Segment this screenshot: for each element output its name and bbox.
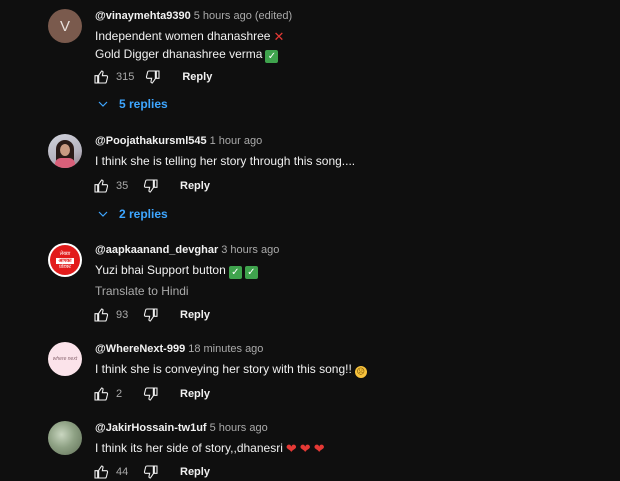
like-icon[interactable]	[92, 306, 110, 324]
heart-emoji: ❤	[285, 441, 297, 456]
check-mark-emoji: ✓	[265, 50, 279, 63]
avatar[interactable]: where next	[48, 342, 82, 376]
like-count: 93	[116, 309, 129, 321]
comment-text-line: I think she is telling her story through…	[95, 154, 356, 168]
chevron-down-icon	[98, 211, 108, 217]
avatar[interactable]	[48, 421, 82, 455]
comment-time[interactable]: 18 minutes ago	[188, 343, 263, 355]
like-count: 315	[116, 71, 135, 83]
dislike-icon[interactable]	[144, 68, 162, 86]
comment-author[interactable]: @aapkaanand_devghar	[95, 244, 218, 256]
comment-actions: 2 Reply	[92, 384, 210, 404]
comment-actions: 44 Reply	[92, 462, 210, 481]
like-icon[interactable]	[92, 463, 110, 481]
comment-text-line: Gold Digger dhanashree verma ✓	[95, 45, 279, 63]
comment-text-line: I think she is conveying her story with …	[95, 362, 367, 378]
comment-actions: 315 Reply	[92, 67, 212, 87]
comment-header: @Poojathakursml545 1 hour ago	[95, 135, 262, 147]
cross-mark-emoji: ✕	[273, 29, 285, 44]
comment-header: @JakirHossain-tw1uf 5 hours ago	[95, 422, 268, 434]
reply-button[interactable]: Reply	[180, 309, 210, 321]
view-replies-button[interactable]: 5 replies	[97, 97, 168, 111]
comment-actions: 35 Reply	[92, 176, 210, 196]
comment-text-line: Independent women dhanashree ✕	[95, 29, 285, 44]
comment-actions: 93 Reply	[92, 305, 210, 325]
comment-header: @aapkaanand_devghar 3 hours ago	[95, 244, 279, 256]
reply-button[interactable]: Reply	[180, 466, 210, 478]
dislike-icon[interactable]	[142, 463, 160, 481]
heart-emoji: ❤	[299, 441, 311, 456]
avatar-initial: V	[59, 17, 70, 35]
check-mark-emoji: ✓	[244, 266, 258, 279]
dislike-icon[interactable]	[142, 385, 160, 403]
comment-author[interactable]: @JakirHossain-tw1uf	[95, 422, 207, 434]
like-icon[interactable]	[92, 385, 110, 403]
avatar[interactable]	[48, 134, 82, 168]
comment-author[interactable]: @Poojathakursml545	[95, 135, 207, 147]
like-icon[interactable]	[92, 177, 110, 195]
comment-author[interactable]: @WhereNext-999	[95, 343, 185, 355]
translate-link[interactable]: Translate to Hindi	[95, 284, 189, 298]
avatar-logo-text: where next	[52, 356, 78, 362]
comment-author[interactable]: @vinaymehta9390	[95, 10, 191, 22]
comment-text-line: I think its her side of story,,dhanesri ❤…	[95, 441, 325, 456]
like-count: 44	[116, 466, 129, 478]
like-count: 35	[116, 180, 129, 192]
dislike-icon[interactable]	[142, 177, 160, 195]
comment-time[interactable]: 1 hour ago	[210, 135, 263, 147]
chevron-down-icon	[98, 101, 108, 107]
replies-label: 2 replies	[119, 207, 168, 221]
avatar[interactable]: लेख्या आपका प्रोडक्ट	[48, 243, 82, 277]
reply-button[interactable]: Reply	[180, 180, 210, 192]
reply-button[interactable]: Reply	[182, 71, 212, 83]
comment-time[interactable]: 5 hours ago	[210, 422, 268, 434]
comment-time[interactable]: 3 hours ago	[221, 244, 279, 256]
comments-section: V @vinaymehta9390 5 hours ago (edited) In…	[0, 0, 620, 481]
like-count: 2	[116, 388, 123, 400]
sad-face-emoji: ☹	[354, 366, 367, 378]
view-replies-button[interactable]: 2 replies	[97, 207, 168, 221]
replies-label: 5 replies	[119, 97, 168, 111]
comment-text-line: Yuzi bhai Support button ✓ ✓	[95, 261, 258, 279]
check-mark-emoji: ✓	[228, 266, 242, 279]
comment-header: @vinaymehta9390 5 hours ago (edited)	[95, 10, 292, 22]
heart-emoji: ❤	[313, 441, 325, 456]
comment-time[interactable]: 5 hours ago (edited)	[194, 10, 292, 22]
dislike-icon[interactable]	[142, 306, 160, 324]
like-icon[interactable]	[92, 68, 110, 86]
comment-header: @WhereNext-999 18 minutes ago	[95, 343, 263, 355]
avatar-logo: लेख्या आपका प्रोडक्ट	[50, 245, 80, 275]
reply-button[interactable]: Reply	[180, 388, 210, 400]
avatar[interactable]: V	[48, 9, 82, 43]
